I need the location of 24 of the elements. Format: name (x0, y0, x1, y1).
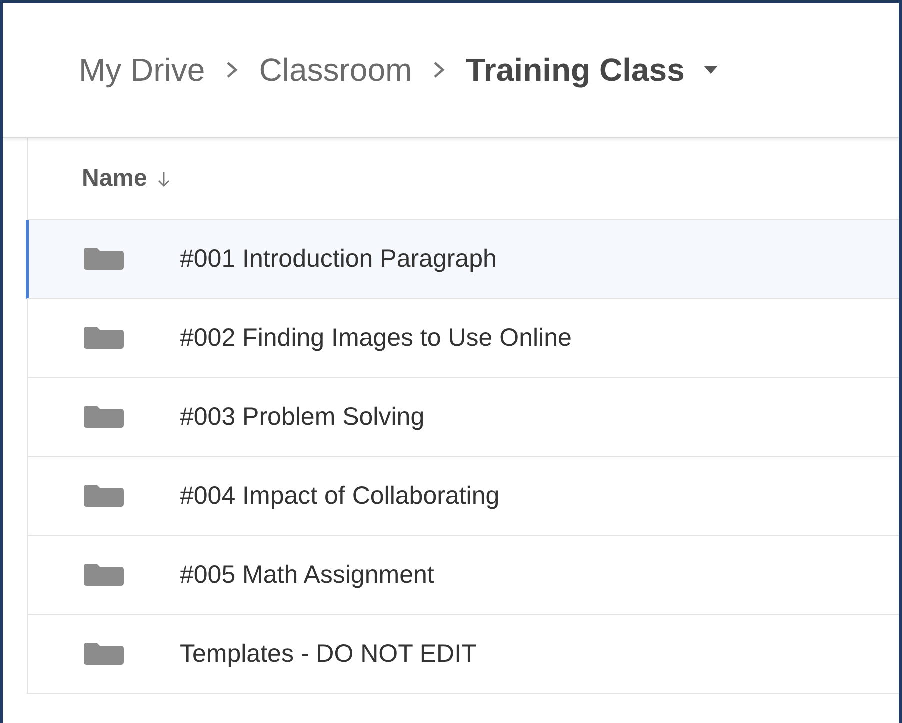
folder-icon (84, 485, 124, 507)
chevron-icon (225, 60, 240, 80)
chevron-icon (432, 60, 446, 80)
folder-icon (84, 643, 124, 665)
folder-icon (84, 248, 124, 270)
folder-row[interactable]: #004 Impact of Collaborating (26, 457, 899, 536)
folder-row[interactable]: #002 Finding Images to Use Online (26, 299, 899, 378)
folder-row[interactable]: #001 Introduction Paragraph (26, 220, 899, 299)
caret-icon (702, 65, 719, 75)
breadcrumb-item[interactable]: Classroom (259, 52, 412, 88)
folder-name: #003 Problem Solving (180, 402, 425, 432)
breadcrumb-item[interactable]: Training Class (466, 52, 685, 88)
folder-icon (84, 564, 124, 586)
folder-row[interactable]: Templates - DO NOT EDIT (26, 615, 899, 694)
folder-name: #002 Finding Images to Use Online (180, 324, 572, 352)
folder-row[interactable]: #003 Problem Solving (26, 378, 899, 457)
folder-icon (84, 406, 124, 428)
breadcrumb-item[interactable]: My Drive (79, 52, 206, 88)
folder-name: #001 Introduction Paragraph (180, 244, 497, 274)
folder-name: #005 Math Assignment (180, 560, 434, 590)
folder-row[interactable]: #005 Math Assignment (26, 536, 899, 615)
folder-icon (84, 327, 124, 349)
folder-name: #004 Impact of Collaborating (180, 482, 500, 510)
folder-name: Templates - DO NOT EDIT (180, 640, 477, 668)
